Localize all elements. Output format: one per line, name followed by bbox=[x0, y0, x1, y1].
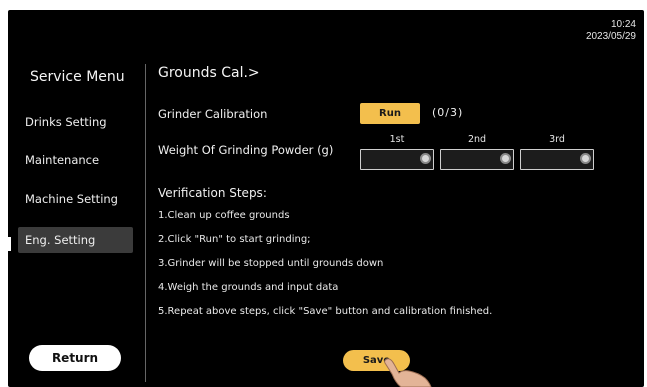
sidebar-item-maintenance[interactable]: Maintenance bbox=[18, 147, 133, 173]
verification-step: 2.Click "Run" to start grinding; bbox=[158, 234, 311, 245]
run-button[interactable]: Run bbox=[360, 103, 420, 124]
grinder-calibration-label: Grinder Calibration bbox=[158, 107, 268, 121]
service-screen: 10:24 2023/05/29 Service Menu Drinks Set… bbox=[8, 10, 644, 387]
verification-step: 4.Weigh the grounds and input data bbox=[158, 282, 339, 293]
pointing-hand-icon bbox=[384, 358, 432, 387]
verification-step: 5.Repeat above steps, click "Save" butto… bbox=[158, 306, 493, 317]
verification-step: 1.Clean up coffee grounds bbox=[158, 210, 290, 221]
sidebar-item-eng-setting[interactable]: Eng. Setting bbox=[18, 227, 133, 253]
column-header-3rd: 3rd bbox=[549, 134, 565, 145]
sidebar-item-drinks-setting[interactable]: Drinks Setting bbox=[18, 109, 133, 135]
weight-label: Weight Of Grinding Powder (g) bbox=[158, 143, 334, 157]
active-indicator bbox=[8, 237, 11, 251]
column-header-2nd: 2nd bbox=[467, 134, 487, 145]
sidebar-item-machine-setting[interactable]: Machine Setting bbox=[18, 186, 133, 212]
column-header-1st: 1st bbox=[389, 134, 405, 145]
verification-step: 3.Grinder will be stopped until grounds … bbox=[158, 258, 384, 269]
keypad-icon[interactable] bbox=[420, 153, 431, 164]
verification-title: Verification Steps: bbox=[158, 186, 267, 200]
sidebar: Service Menu Drinks Setting Maintenance … bbox=[8, 10, 145, 387]
return-button[interactable]: Return bbox=[29, 345, 121, 371]
keypad-icon[interactable] bbox=[500, 153, 511, 164]
main-content: Grounds Cal.> Grinder Calibration Run (0… bbox=[158, 10, 638, 387]
keypad-icon[interactable] bbox=[580, 153, 591, 164]
sidebar-divider bbox=[145, 64, 146, 382]
run-count: (0/3) bbox=[432, 106, 464, 119]
page-title: Grounds Cal.> bbox=[158, 65, 260, 81]
sidebar-title: Service Menu bbox=[30, 69, 125, 85]
